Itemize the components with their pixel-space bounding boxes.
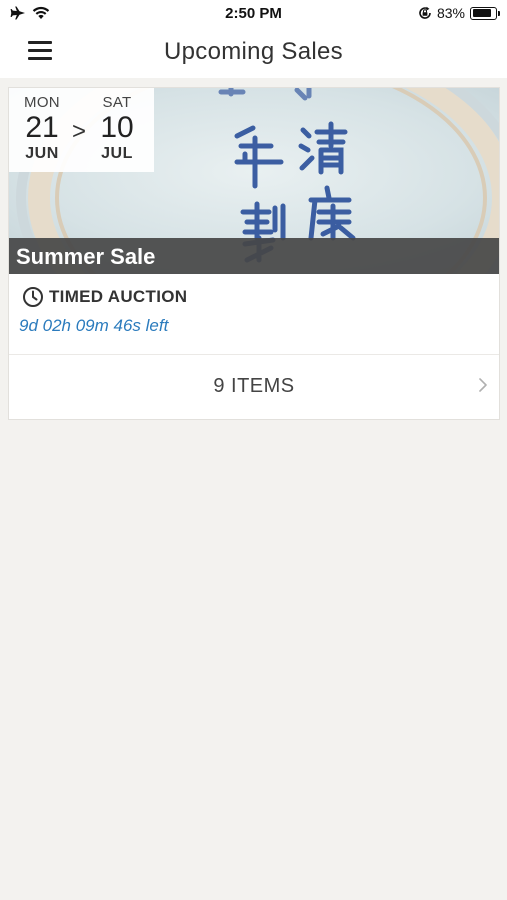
sale-title[interactable]: Summer Sale	[16, 244, 155, 270]
clock-icon	[23, 287, 43, 307]
start-date: MON 21 JUN	[17, 94, 67, 163]
status-bar: 2:50 PM 83%	[0, 0, 507, 28]
date-separator: >	[72, 118, 87, 145]
auction-type: TIMED AUCTION	[22, 286, 187, 308]
auction-type-label: TIMED AUCTION	[49, 287, 188, 306]
items-count-label: 9 ITEMS	[213, 375, 295, 397]
auction-info: TIMED AUCTION 9d 02h 09m 46s left	[9, 274, 499, 354]
end-day: SAT	[102, 94, 132, 111]
battery-percent: 83%	[436, 5, 465, 21]
end-date-number: 10	[100, 111, 134, 144]
battery-icon	[470, 6, 500, 20]
orientation-lock-icon	[419, 6, 431, 19]
start-day: MON	[24, 94, 60, 111]
view-items-button[interactable]: 9 ITEMS	[9, 355, 499, 420]
date-range: MON 21 JUN > SAT 10 JUL	[9, 88, 154, 172]
end-date: SAT 10 JUL	[92, 94, 142, 163]
page-title: Upcoming Sales	[164, 38, 343, 65]
sale-card[interactable]: MON 21 JUN > SAT 10 JUL Summer Sale TIME…	[8, 87, 500, 420]
chevron-right-icon	[479, 378, 487, 392]
time-left: 9d 02h 09m 46s left	[19, 316, 169, 335]
nav-bar: Upcoming Sales	[0, 28, 507, 78]
start-month: JUN	[25, 145, 59, 162]
sale-title-bar: Summer Sale	[9, 238, 499, 274]
sale-image[interactable]: MON 21 JUN > SAT 10 JUL Summer Sale	[9, 88, 499, 274]
start-date-number: 21	[25, 111, 59, 144]
status-right: 83%	[418, 5, 500, 21]
end-month: JUL	[101, 145, 133, 162]
